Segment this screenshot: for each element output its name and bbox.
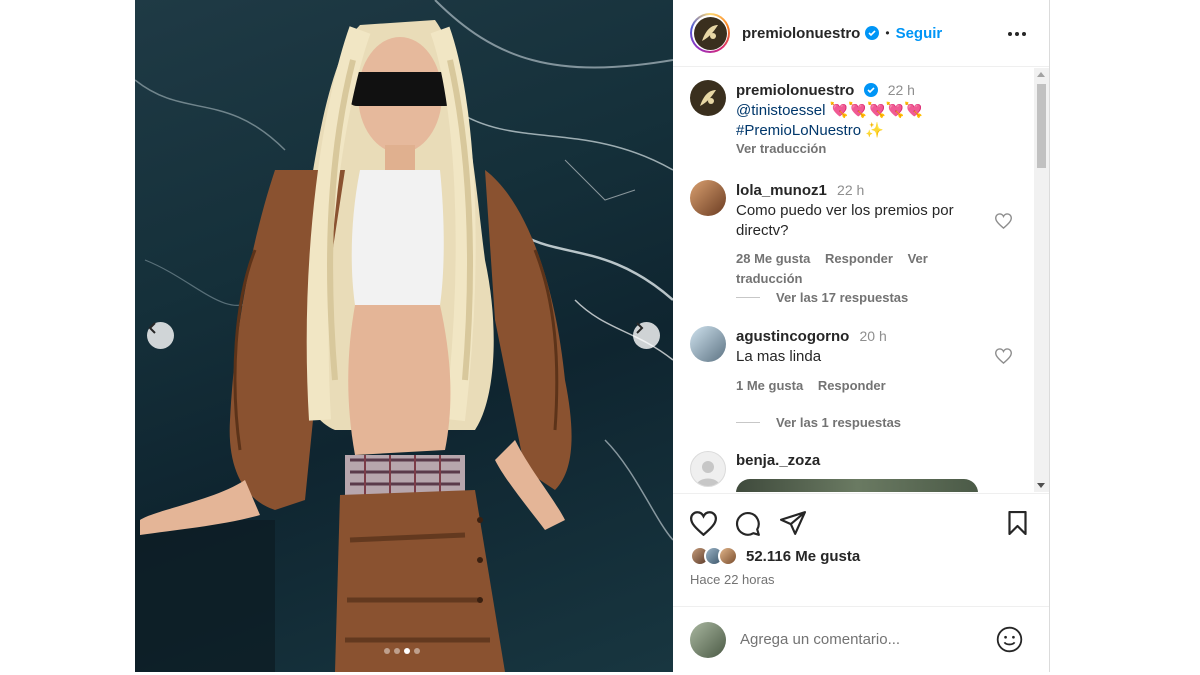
commenter-avatar[interactable] (690, 180, 726, 216)
comment-meta: 28 Me gusta Responder Ver traducción (736, 249, 1006, 289)
comment-text: La mas linda (736, 348, 822, 365)
share-send-icon[interactable] (780, 511, 806, 535)
next-photo-button[interactable] (633, 322, 660, 349)
comments-list[interactable]: premiolonuestro 22 h @tinistoessel 💘💘💘💘💘… (673, 68, 1049, 492)
carousel-dot (414, 648, 420, 654)
post-actions: 52.116 Me gusta Hace 22 horas (673, 493, 1049, 605)
view-replies-button[interactable]: Ver las 1 respuestas (736, 415, 901, 430)
mention-link[interactable]: @tinistoessel (736, 102, 825, 119)
current-user-avatar (690, 621, 726, 658)
scrollbar-thumb[interactable] (1037, 84, 1046, 168)
carousel-indicator (384, 648, 420, 654)
view-replies-button[interactable]: Ver las 17 respuestas (736, 290, 908, 305)
reply-button[interactable]: Responder (825, 251, 893, 266)
premio-lo-nuestro-logo-icon (702, 25, 718, 41)
follow-button[interactable]: Seguir (896, 25, 943, 42)
caption-time: 22 h (887, 82, 915, 98)
comment-likes[interactable]: 1 Me gusta (736, 378, 803, 393)
comment-username[interactable]: benja._zoza (736, 452, 820, 469)
comment-media-preview[interactable] (736, 479, 978, 492)
reply-button[interactable]: Responder (818, 378, 886, 393)
previous-photo-button[interactable] (147, 322, 174, 349)
post-sidebar: premiolonuestro • Seguir premiolonuestro… (673, 0, 1049, 672)
premio-lo-nuestro-logo-icon (700, 90, 716, 106)
carousel-dot (394, 648, 400, 654)
hashtag-link[interactable]: #PremioLoNuestro (736, 122, 861, 139)
likes-count[interactable]: 52.116 Me gusta (746, 548, 860, 565)
comment-username[interactable]: lola_munoz1 (736, 182, 827, 199)
liker-avatar (718, 546, 738, 566)
like-heart-icon[interactable] (690, 511, 717, 536)
comment-bubble-icon[interactable] (735, 511, 761, 537)
comment-likes[interactable]: 28 Me gusta (736, 251, 810, 266)
post-header: premiolonuestro • Seguir (673, 0, 1049, 67)
default-user-icon (696, 461, 720, 486)
comment-time: 22 h (837, 182, 865, 198)
caption-username[interactable]: premiolonuestro (736, 82, 854, 99)
header-separator: • (885, 26, 890, 40)
chevron-left-icon (148, 322, 156, 334)
comment-meta: 1 Me gusta Responder (736, 376, 1006, 396)
verified-badge-icon (865, 26, 880, 40)
comment-text: Como puedo ver los premios por directv? (736, 202, 954, 239)
like-comment-heart-icon[interactable] (995, 348, 1012, 364)
replies-divider (736, 297, 760, 298)
replies-divider (736, 422, 760, 423)
person-figure (140, 20, 572, 672)
heart-emojis: 💘💘💘💘💘 (829, 102, 923, 119)
caption-avatar[interactable] (690, 80, 726, 116)
view-replies-label: Ver las 17 respuestas (776, 290, 909, 305)
account-avatar[interactable] (690, 13, 730, 53)
comments-scrollbar[interactable] (1034, 68, 1049, 492)
comment-time: 20 h (859, 328, 887, 344)
view-replies-label: Ver las 1 respuestas (776, 415, 902, 430)
sparkles-emoji: ✨ (865, 122, 884, 139)
commenter-avatar[interactable] (690, 326, 726, 362)
see-translation-link[interactable]: Ver traducción (736, 141, 1006, 157)
chevron-right-icon (636, 322, 644, 334)
emoji-picker-icon[interactable] (996, 626, 1023, 653)
scroll-down-arrow-icon[interactable] (1037, 483, 1045, 488)
verified-badge-icon (863, 83, 878, 97)
save-bookmark-icon[interactable] (1007, 511, 1028, 535)
likes-summary[interactable]: 52.116 Me gusta (690, 546, 860, 566)
commenter-avatar-placeholder[interactable] (690, 451, 726, 487)
post-timestamp: Hace 22 horas (690, 572, 775, 587)
like-comment-heart-icon[interactable] (995, 213, 1012, 229)
carousel-dot (384, 648, 390, 654)
post-photo[interactable] (135, 0, 673, 672)
scroll-up-arrow-icon[interactable] (1037, 72, 1045, 77)
post-username[interactable]: premiolonuestro (742, 25, 860, 42)
instagram-post: premiolonuestro • Seguir premiolonuestro… (135, 0, 1050, 672)
add-comment-bar (673, 606, 1049, 672)
more-options-icon[interactable] (1007, 24, 1027, 44)
comment-username[interactable]: agustincogorno (736, 328, 849, 345)
carousel-dot (404, 648, 410, 654)
comment-input[interactable] (740, 631, 980, 648)
